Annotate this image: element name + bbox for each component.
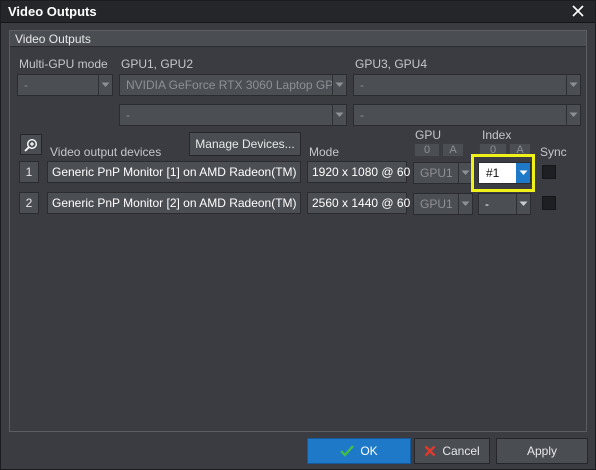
close-button[interactable] xyxy=(569,2,587,20)
mode-field[interactable]: 1920 x 1080 @ 60 xyxy=(307,161,411,183)
gpu-select[interactable]: GPU1 xyxy=(413,162,473,184)
gpu12-label: GPU1, GPU2 xyxy=(121,57,194,71)
chevron-down-icon xyxy=(566,75,580,95)
x-icon xyxy=(424,445,436,457)
index-column-label: Index xyxy=(482,128,512,142)
apply-button[interactable]: Apply xyxy=(496,438,588,464)
gpu-value: GPU1 xyxy=(420,197,453,211)
gpu12-primary-value: NVIDIA GeForce RTX 3060 Laptop GP xyxy=(126,78,332,92)
index-value: #1 xyxy=(486,166,500,180)
ok-label: OK xyxy=(360,444,378,458)
gpu-zero-toggle[interactable]: 0 xyxy=(414,143,440,157)
check-icon xyxy=(340,445,355,457)
chevron-down-icon xyxy=(566,105,580,125)
gpu-select[interactable]: GPU1 xyxy=(413,193,473,215)
sync-checkbox[interactable] xyxy=(542,165,556,179)
window-title: Video Outputs xyxy=(8,4,97,19)
mode-field[interactable]: 2560 x 1440 @ 60 xyxy=(307,192,411,214)
cancel-button[interactable]: Cancel xyxy=(414,438,490,464)
zoom-in-icon xyxy=(24,138,38,152)
video-outputs-window: Video Outputs Video Outputs Multi-GPU mo… xyxy=(0,0,596,470)
chevron-down-icon xyxy=(98,75,112,95)
gpu34-primary-value: - xyxy=(360,78,364,92)
gpu34-secondary-value: - xyxy=(360,108,364,122)
index-value: - xyxy=(485,197,489,211)
chevron-down-icon xyxy=(458,194,472,214)
sync-checkbox[interactable] xyxy=(542,196,556,210)
multi-gpu-label: Multi-GPU mode xyxy=(19,57,108,71)
title-bar: Video Outputs xyxy=(1,1,595,23)
gpu12-select-primary[interactable]: NVIDIA GeForce RTX 3060 Laptop GP xyxy=(119,74,347,96)
chevron-down-icon xyxy=(332,75,346,95)
device-name: Generic PnP Monitor [1] on AMD Radeon(TM… xyxy=(52,165,298,179)
mode-value: 1920 x 1080 @ 60 xyxy=(312,165,411,179)
gpu-value: GPU1 xyxy=(420,166,453,180)
device-field[interactable]: Generic PnP Monitor [2] on AMD Radeon(TM… xyxy=(47,192,301,214)
mode-label: Mode xyxy=(309,145,340,159)
row-number: 1 xyxy=(19,161,39,183)
gpu12-select-secondary[interactable]: - xyxy=(119,104,347,126)
chevron-down-icon xyxy=(516,163,530,183)
manage-devices-button[interactable]: Manage Devices... xyxy=(189,132,301,156)
multi-gpu-value: - xyxy=(24,78,28,92)
gpu12-secondary-value: - xyxy=(126,108,130,122)
mode-value: 2560 x 1440 @ 60 xyxy=(312,196,411,210)
device-name: Generic PnP Monitor [2] on AMD Radeon(TM… xyxy=(52,196,298,210)
ok-button[interactable]: OK xyxy=(307,438,411,464)
multi-gpu-select[interactable]: - xyxy=(17,74,113,96)
dialog-footer: OK Cancel Apply xyxy=(1,437,595,469)
row-number: 2 xyxy=(19,192,39,214)
close-icon xyxy=(572,5,584,17)
index-select[interactable]: #1 xyxy=(478,162,531,184)
chevron-down-icon xyxy=(458,163,472,183)
gpu-auto-toggle[interactable]: A xyxy=(442,143,464,157)
gpu34-select-primary[interactable]: - xyxy=(353,74,581,96)
chevron-down-icon xyxy=(332,105,346,125)
gpu34-select-secondary[interactable]: - xyxy=(353,104,581,126)
video-output-devices-label: Video output devices xyxy=(50,145,162,159)
chevron-down-icon xyxy=(516,194,530,214)
index-select[interactable]: - xyxy=(478,193,531,215)
device-field[interactable]: Generic PnP Monitor [1] on AMD Radeon(TM… xyxy=(47,161,301,183)
zoom-in-button[interactable] xyxy=(20,134,42,155)
cancel-label: Cancel xyxy=(442,444,480,458)
group-title: Video Outputs xyxy=(15,32,91,46)
gpu34-label: GPU3, GPU4 xyxy=(355,57,428,71)
sync-column-label: Sync xyxy=(540,145,567,159)
gpu-column-label: GPU xyxy=(415,128,442,142)
group-header: Video Outputs xyxy=(10,31,586,47)
